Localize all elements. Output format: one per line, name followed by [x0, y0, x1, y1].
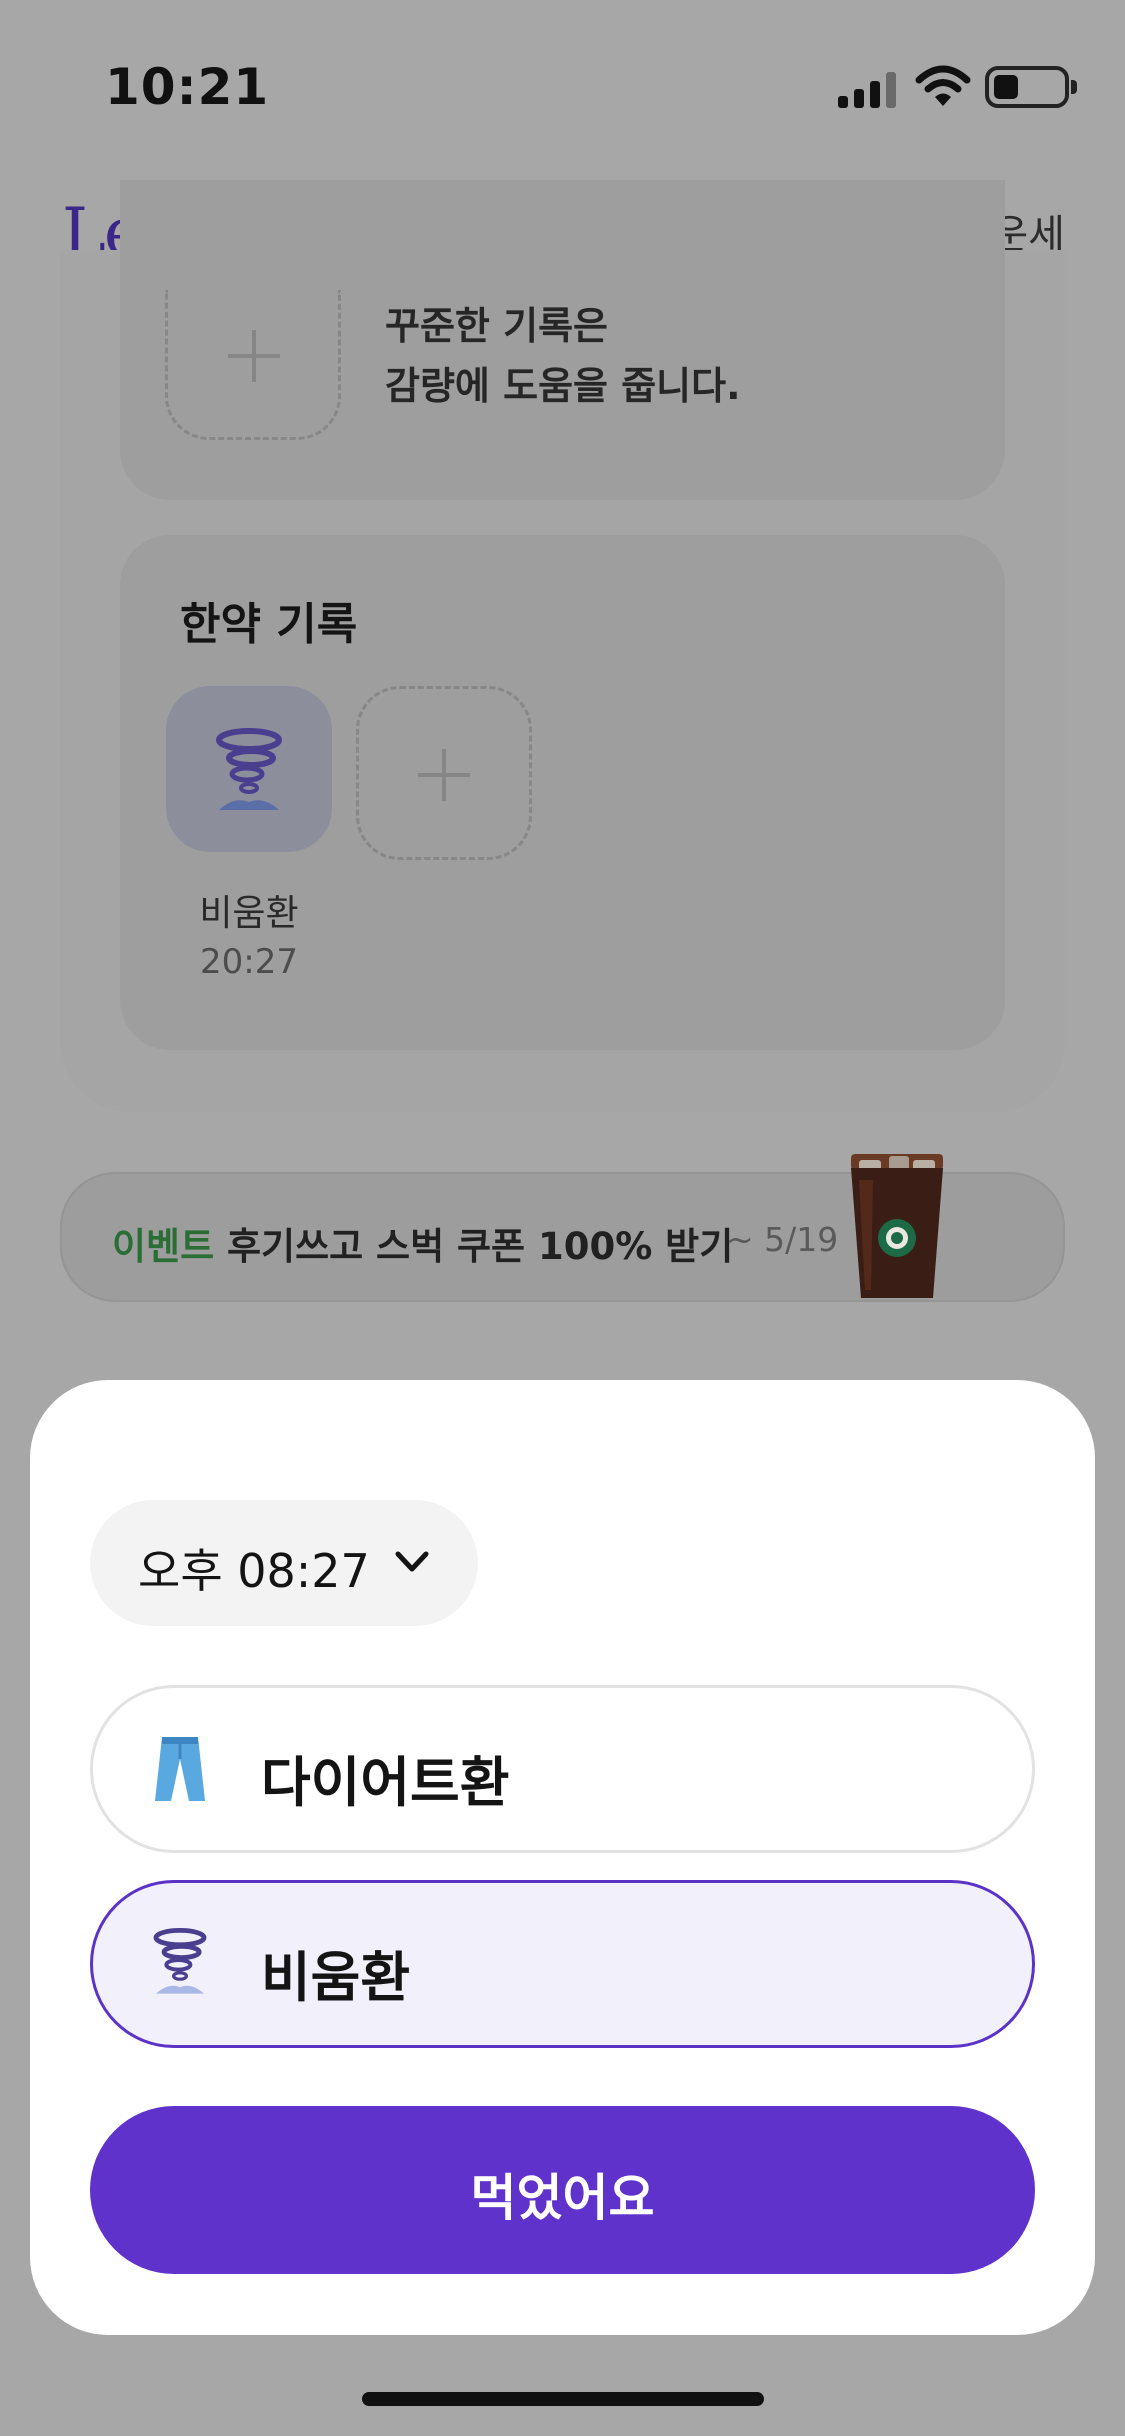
status-time: 10:21: [105, 58, 270, 116]
add-herbal-record-button[interactable]: [356, 686, 532, 860]
wifi-icon: [915, 65, 971, 106]
jeans-icon: [155, 1737, 205, 1801]
time-selector-value: 오후 08:27: [138, 1544, 370, 1598]
option-diet-pill[interactable]: 다이어트환: [90, 1685, 1035, 1853]
record-message: 꾸준한 기록은 감량에 도움을 줍니다.: [385, 304, 741, 408]
status-bar: 10:21: [0, 0, 1125, 180]
time-selector[interactable]: 오후 08:27: [90, 1500, 478, 1626]
option-label: 다이어트환: [261, 1751, 510, 1814]
event-description: 후기쓰고 스벅 쿠폰 100% 받기: [227, 1225, 734, 1268]
event-text: 이벤트 후기쓰고 스벅 쿠폰 100% 받기: [112, 1216, 733, 1270]
option-label: 비움환: [261, 1946, 411, 2009]
herbal-record-name: 비움환: [199, 893, 299, 934]
tornado-icon: [216, 728, 282, 810]
plus-icon: [228, 330, 280, 382]
home-indicator[interactable]: [362, 2392, 764, 2406]
herbal-record-item[interactable]: [166, 686, 332, 852]
chevron-down-icon: [395, 1551, 429, 1572]
herbal-record-title: 한약 기록: [180, 599, 358, 650]
iced-coffee-icon: [851, 1154, 943, 1298]
event-tag: 이벤트: [112, 1225, 215, 1268]
herbal-record-time: 20:27: [200, 942, 298, 982]
option-bium-pill[interactable]: 비움환: [90, 1880, 1035, 2048]
tornado-icon: [153, 1928, 207, 1994]
cellular-signal-icon: [838, 72, 898, 108]
intake-bottom-sheet: 오후 08:27 다이어트환 비움환 먹었어요: [30, 1380, 1095, 2335]
event-date: ~ 5/19: [726, 1220, 839, 1259]
ate-confirm-label: 먹었어요: [470, 2169, 655, 2227]
battery-icon: [985, 66, 1077, 108]
add-record-button[interactable]: [165, 290, 341, 440]
plus-icon: [418, 749, 470, 801]
ate-confirm-button[interactable]: 먹었어요: [90, 2106, 1035, 2274]
